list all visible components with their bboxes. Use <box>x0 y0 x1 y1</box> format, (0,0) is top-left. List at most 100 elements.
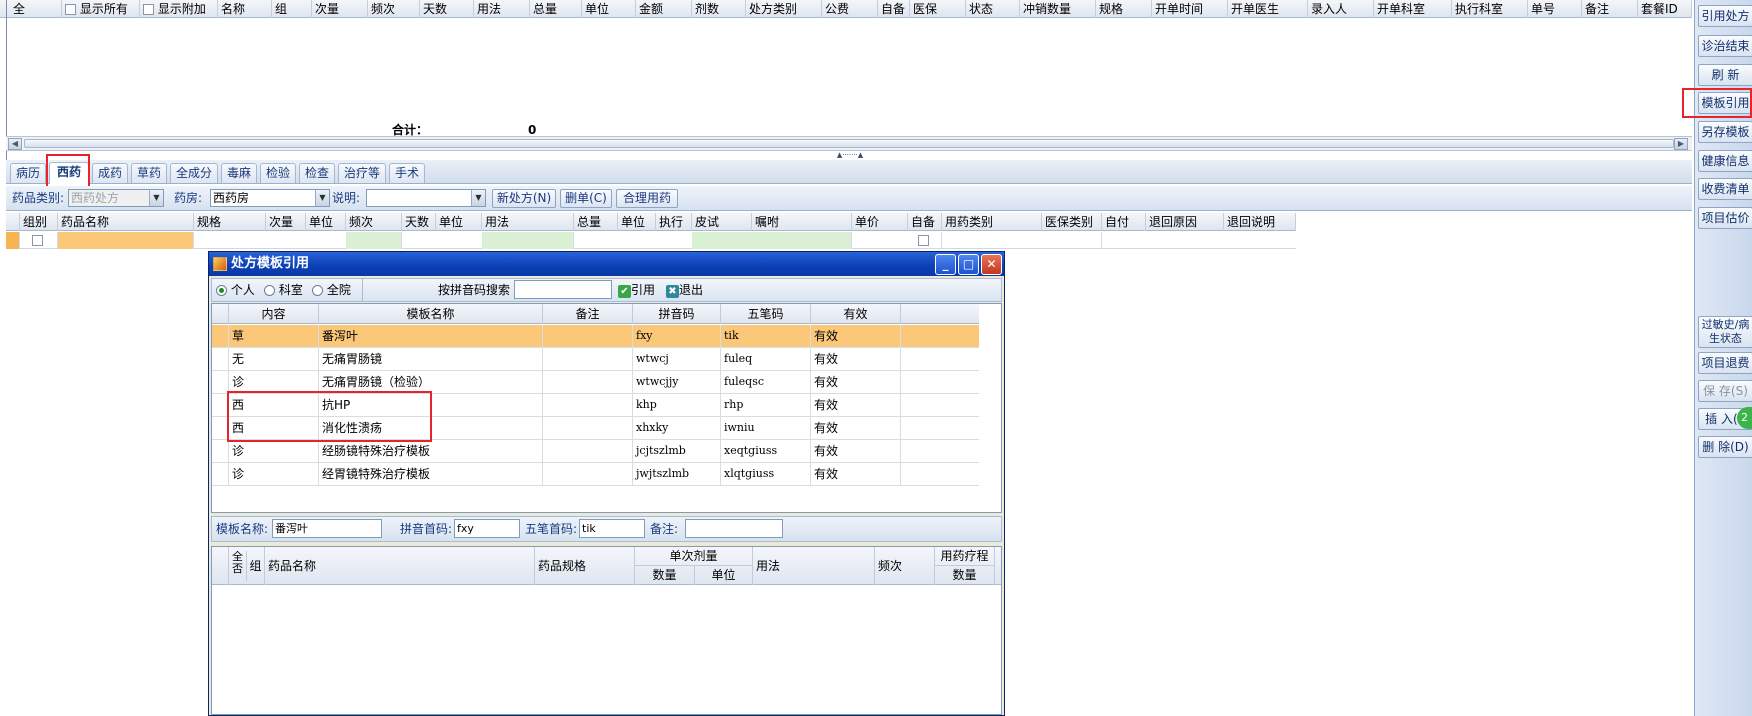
row-freq-cell[interactable] <box>346 232 402 249</box>
col-wubi[interactable]: 五笔码 <box>721 304 811 324</box>
pinyin-search-input[interactable] <box>514 280 612 299</box>
col-self-pay[interactable]: 自付 <box>1102 213 1146 231</box>
col-order-no[interactable]: 单号 <box>1528 0 1582 18</box>
tab-narcotics[interactable]: 毒麻 <box>221 163 257 183</box>
col-single-dose[interactable]: 单次剂量 <box>635 547 753 566</box>
col-amount[interactable]: 金额 <box>636 0 692 18</box>
radio-icon[interactable] <box>264 285 275 296</box>
template-name-input[interactable]: 番泻叶 <box>272 519 382 538</box>
col-name[interactable]: 名称 <box>218 0 272 18</box>
col-note[interactable]: 备注 <box>543 304 633 324</box>
category-select[interactable]: 西药处方 ▼ <box>68 189 164 207</box>
main-grid-hscrollbar[interactable]: ◀ ▶ <box>6 136 1692 151</box>
splitter-grip-icon[interactable]: ▲·······▲ <box>818 152 882 159</box>
row-self-cell[interactable] <box>908 232 942 249</box>
col-single-dose-unit[interactable]: 单位 <box>695 566 753 585</box>
cite-prescription-button[interactable]: 引用处方 <box>1698 5 1752 27</box>
tab-exam[interactable]: 检查 <box>299 163 335 183</box>
chevron-down-icon[interactable]: ▼ <box>471 190 485 206</box>
item-refund-button[interactable]: 项目退费 <box>1698 352 1752 374</box>
save-button[interactable]: 保 存(S) <box>1698 380 1752 402</box>
tab-lab[interactable]: 检验 <box>260 163 296 183</box>
col-doses[interactable]: 剂数 <box>692 0 746 18</box>
row-insurance-cell[interactable] <box>1042 232 1102 249</box>
col-self[interactable]: 自备 <box>878 0 910 18</box>
col-detail-drug-spec[interactable]: 药品规格 <box>535 547 635 585</box>
scroll-left-icon[interactable]: ◀ <box>8 138 22 150</box>
col-freq[interactable]: 频次 <box>346 213 402 231</box>
pharmacy-select[interactable]: 西药房 ▼ <box>210 189 330 207</box>
col-insurance-category[interactable]: 医保类别 <box>1042 213 1102 231</box>
col-group-no[interactable]: 组别 <box>20 213 58 231</box>
col-rx-category[interactable]: 处方类别 <box>746 0 822 18</box>
fee-list-button[interactable]: 收费清单 <box>1698 178 1752 200</box>
close-icon[interactable]: ✕ <box>981 254 1002 275</box>
rational-drug-button[interactable]: 合理用药 <box>616 189 678 208</box>
col-content[interactable]: 内容 <box>229 304 319 324</box>
scope-hospital[interactable]: 全院 <box>312 281 351 299</box>
col-dose-qty[interactable]: 次量 <box>266 213 306 231</box>
col-order-dept[interactable]: 开单科室 <box>1374 0 1452 18</box>
allergy-history-button[interactable]: 过敏史/病生状态 <box>1698 316 1752 348</box>
chevron-down-icon[interactable]: ▼ <box>315 190 329 206</box>
minimize-icon[interactable]: _ <box>935 254 956 275</box>
col-total[interactable]: 总量 <box>530 0 582 18</box>
select-all-header[interactable]: 全 <box>10 0 62 18</box>
row-route-cell[interactable] <box>482 232 574 249</box>
col-package-id[interactable]: 套餐ID <box>1638 0 1692 18</box>
col-dose[interactable]: 次量 <box>312 0 368 18</box>
col-usage[interactable]: 用法 <box>474 0 530 18</box>
col-days-unit[interactable]: 单位 <box>436 213 482 231</box>
health-info-button[interactable]: 健康信息 <box>1698 150 1752 172</box>
col-all-none[interactable]: 全否 <box>229 551 247 581</box>
col-detail-usage[interactable]: 用法 <box>753 547 875 585</box>
col-days[interactable]: 天数 <box>420 0 474 18</box>
col-remark[interactable]: 备注 <box>1582 0 1638 18</box>
chevron-down-icon[interactable]: ▼ <box>149 190 163 206</box>
col-insurance[interactable]: 医保 <box>910 0 966 18</box>
delete-prescription-button[interactable]: 删单(C) <box>560 189 612 208</box>
checkbox-icon[interactable] <box>65 4 76 15</box>
col-valid[interactable]: 有效 <box>811 304 901 324</box>
cite-button[interactable]: ✔ 引用 <box>618 281 655 299</box>
col-order-doctor[interactable]: 开单医生 <box>1228 0 1308 18</box>
col-status[interactable]: 状态 <box>966 0 1020 18</box>
col-med-category[interactable]: 用药类别 <box>942 213 1042 231</box>
maximize-icon[interactable]: □ <box>958 254 979 275</box>
col-public[interactable]: 公费 <box>822 0 878 18</box>
pinyin-code-input[interactable]: fxy <box>454 519 520 538</box>
note-select[interactable]: ▼ <box>366 189 486 207</box>
col-return-reason[interactable]: 退回原因 <box>1146 213 1224 231</box>
exit-button[interactable]: ✖ 退出 <box>666 281 703 299</box>
info-note-input[interactable] <box>685 519 783 538</box>
order-grid-new-row[interactable] <box>6 232 1296 249</box>
show-all-checkbox[interactable]: 显示所有 <box>62 0 140 18</box>
col-group[interactable]: 组 <box>272 0 312 18</box>
save-as-template-button[interactable]: 另存模板 <box>1698 121 1752 143</box>
radio-icon[interactable] <box>312 285 323 296</box>
checkbox-icon[interactable] <box>32 235 43 246</box>
tab-history[interactable]: 病历 <box>10 163 46 183</box>
col-course-qty[interactable]: 数量 <box>935 566 995 585</box>
col-pinyin[interactable]: 拼音码 <box>633 304 721 324</box>
col-detail-frequency[interactable]: 频次 <box>875 547 935 585</box>
col-total-qty[interactable]: 总量 <box>574 213 618 231</box>
col-instruction[interactable]: 嘱咐 <box>752 213 852 231</box>
col-total-unit[interactable]: 单位 <box>618 213 656 231</box>
col-exec-dept[interactable]: 执行科室 <box>1452 0 1528 18</box>
col-route[interactable]: 用法 <box>482 213 574 231</box>
refresh-button[interactable]: 刷 新 <box>1698 64 1752 86</box>
tab-treatment[interactable]: 治疗等 <box>338 163 386 183</box>
scroll-right-icon[interactable]: ▶ <box>1674 138 1688 150</box>
scroll-thumb[interactable] <box>24 139 1674 148</box>
col-drug-spec[interactable]: 规格 <box>194 213 266 231</box>
col-order-time[interactable]: 开单时间 <box>1152 0 1228 18</box>
col-dose-unit[interactable]: 单位 <box>306 213 346 231</box>
scope-personal[interactable]: 个人 <box>216 281 255 299</box>
col-skin-test[interactable]: 皮试 <box>692 213 752 231</box>
dialog-titlebar[interactable]: 处方模板引用 _ □ ✕ <box>209 252 1004 276</box>
radio-selected-icon[interactable] <box>216 285 227 296</box>
col-reverse-qty[interactable]: 冲销数量 <box>1020 0 1096 18</box>
col-drug-name[interactable]: 药品名称 <box>58 213 194 231</box>
show-extra-checkbox[interactable]: 显示附加 <box>140 0 218 18</box>
